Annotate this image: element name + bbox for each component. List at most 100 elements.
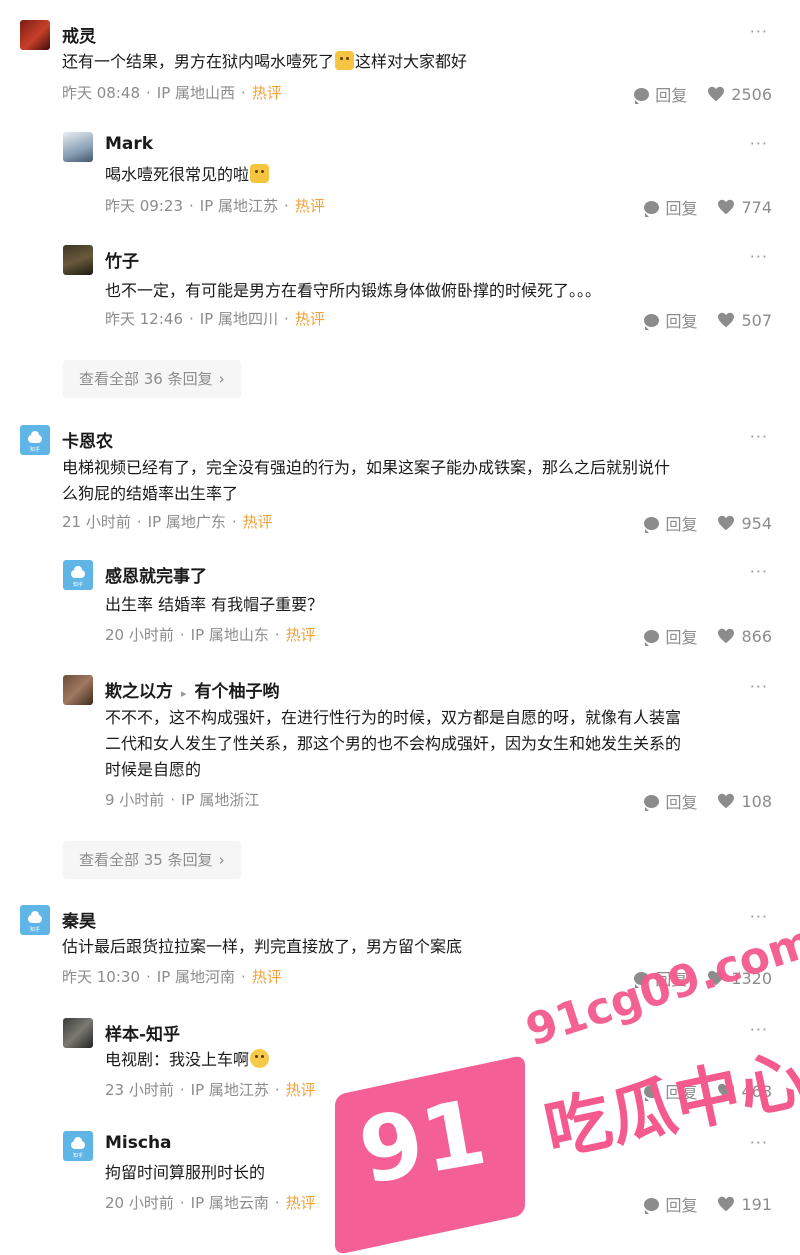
comment-author[interactable]: 竹子: [105, 247, 139, 272]
comment-text: 还有一个结果，男方在狱内喝水噎死了 这样对大家都好: [62, 49, 467, 75]
comment-author[interactable]: 戒灵: [62, 22, 96, 47]
hot-badge: 热评: [285, 1194, 316, 1212]
reply-icon[interactable]: [644, 313, 660, 330]
view-all-replies-button[interactable]: 查看全部 36 条回复 ›: [63, 360, 241, 398]
view-all-replies-button[interactable]: 查看全部 35 条回复 ›: [63, 841, 241, 879]
comment-meta: 23 小时前 · IP 属地江苏 · 热评: [105, 1081, 316, 1099]
comment-ip: IP 属地广东: [147, 513, 226, 531]
heart-icon[interactable]: [717, 312, 735, 328]
reply-button[interactable]: 回复: [665, 624, 697, 648]
more-options-icon[interactable]: ···: [750, 247, 768, 266]
comment-actions: 回复 954: [644, 511, 772, 535]
heart-icon[interactable]: [707, 86, 725, 102]
comment-author[interactable]: 感恩就完事了: [105, 562, 207, 587]
comment-time: 昨天 12:46: [105, 310, 183, 328]
view-all-label: 查看全部 36 条回复: [79, 370, 213, 388]
avatar[interactable]: [63, 675, 93, 705]
avatar[interactable]: [20, 20, 50, 50]
author-name[interactable]: 欺之以方: [105, 682, 173, 702]
heart-icon[interactable]: [717, 1196, 735, 1212]
comment-text-part: 电视剧：我没上车啊: [105, 1050, 250, 1069]
reply-button[interactable]: 回复: [665, 511, 697, 535]
chevron-right-icon: ›: [218, 370, 225, 388]
comment-ip: IP 属地江苏: [190, 1081, 269, 1099]
reply-arrow-icon: ▸: [181, 687, 187, 700]
reply-button[interactable]: 回复: [665, 308, 697, 332]
watermark-logo-number: 91: [351, 1079, 494, 1206]
comment-actions: 回复 108: [644, 789, 772, 813]
like-count: 954: [741, 513, 772, 533]
comment-time: 昨天 10:30: [62, 968, 140, 986]
comment-text: 估计最后跟货拉拉案一样，判完直接放了，男方留个案底: [62, 937, 463, 956]
like-count: 191: [741, 1194, 772, 1214]
reply-icon[interactable]: [634, 87, 650, 104]
comment-meta: 21 小时前 · IP 属地广东 · 热评: [62, 513, 273, 531]
emoji-icon: [250, 164, 270, 183]
comment-meta: 9 小时前 · IP 属地浙江: [105, 791, 260, 809]
like-count: 774: [741, 197, 772, 217]
avatar[interactable]: 知乎: [63, 560, 93, 590]
more-options-icon[interactable]: ···: [750, 1133, 768, 1152]
comment-author[interactable]: Mark: [105, 134, 153, 154]
comment-meta: 昨天 08:48 · IP 属地山西 · 热评: [62, 84, 282, 102]
reply-comment: 竹子 ··· 也不一定，有可能是男方在看守所内锻炼身体做俯卧撑的时候死了。。。 …: [0, 235, 800, 350]
avatar[interactable]: 知乎: [20, 905, 50, 935]
reply-button[interactable]: 回复: [665, 789, 697, 813]
reply-icon[interactable]: [644, 629, 660, 646]
more-options-icon[interactable]: ···: [750, 427, 768, 446]
reply-button[interactable]: 回复: [655, 82, 687, 106]
avatar[interactable]: [63, 245, 93, 275]
more-options-icon[interactable]: ···: [750, 134, 768, 153]
avatar[interactable]: [63, 1018, 93, 1048]
comment: 知乎 卡恩农 ··· 电梯视频已经有了，完全没有强迫的行为，如果这案子能办成铁案…: [0, 415, 800, 545]
more-options-icon[interactable]: ···: [750, 22, 768, 41]
more-options-icon[interactable]: ···: [750, 907, 768, 926]
reply-button[interactable]: 回复: [665, 1192, 697, 1216]
reply-icon[interactable]: [644, 200, 660, 217]
like-count: 507: [741, 310, 772, 330]
comment-ip: IP 属地四川: [199, 310, 279, 328]
reply-to-name[interactable]: 有个柚子哟: [195, 682, 280, 702]
comment-author[interactable]: Mischa: [105, 1133, 172, 1153]
like-count: 108: [741, 791, 772, 811]
comment-author: 欺之以方 ▸ 有个柚子哟: [105, 677, 280, 702]
avatar[interactable]: 知乎: [63, 1131, 93, 1161]
comment-text-part: 喝水噎死很常见的啦: [105, 165, 250, 184]
comment-text: 也不一定，有可能是男方在看守所内锻炼身体做俯卧撑的时候死了。。。: [105, 281, 602, 300]
comment-author[interactable]: 秦昊: [62, 907, 96, 932]
comment-ip: IP 属地山西: [156, 84, 236, 102]
comment-author[interactable]: 卡恩农: [62, 427, 113, 452]
view-all-label: 查看全部 35 条回复: [79, 851, 213, 869]
more-options-icon[interactable]: ···: [750, 562, 768, 581]
comment-meta: 昨天 12:46 · IP 属地四川 · 热评: [105, 310, 325, 328]
avatar[interactable]: 知乎: [20, 425, 50, 455]
reply-icon[interactable]: [644, 516, 660, 533]
heart-icon[interactable]: [717, 628, 735, 644]
comment: 戒灵 ··· 还有一个结果，男方在狱内喝水噎死了 这样对大家都好 昨天 08:48…: [0, 0, 800, 120]
like-count: 866: [741, 626, 772, 646]
reply-icon[interactable]: [644, 794, 660, 811]
more-options-icon[interactable]: ···: [750, 677, 768, 696]
comment-time: 昨天 09:23: [105, 197, 183, 215]
heart-icon[interactable]: [717, 199, 735, 215]
hot-badge: 热评: [285, 1081, 316, 1099]
comment-actions: 回复 774: [644, 195, 772, 219]
comment-thread: 戒灵 ··· 还有一个结果，男方在狱内喝水噎死了 这样对大家都好 昨天 08:48…: [0, 0, 800, 1255]
reply-comment: 知乎 感恩就完事了 ··· 出生率 结婚率 有我帽子重要？ 20 小时前 · IP …: [0, 550, 800, 665]
comment-text: 电梯视频已经有了，完全没有强迫的行为，如果这案子能办成铁案，那么之后就别说什 么…: [62, 458, 671, 503]
comment-meta: 20 小时前 · IP 属地云南 · 热评: [105, 1194, 316, 1212]
comment-time: 21 小时前: [62, 513, 131, 531]
reply-icon[interactable]: [644, 1197, 660, 1214]
comment-ip: IP 属地山东: [190, 626, 269, 644]
comment-text: 不不不，这不构成强奸，在进行性行为的时候，双方都是自愿的呀，就像有人装富 二代和…: [105, 708, 682, 779]
reply-button[interactable]: 回复: [665, 195, 697, 219]
heart-icon[interactable]: [717, 515, 735, 531]
comment-text: 电视剧：我没上车啊: [105, 1047, 270, 1073]
comment-author[interactable]: 样本-知乎: [105, 1020, 180, 1045]
comment-meta: 20 小时前 · IP 属地山东 · 热评: [105, 626, 316, 644]
avatar[interactable]: [63, 132, 93, 162]
comment-text: 拘留时间算服刑时长的: [105, 1163, 266, 1182]
heart-icon[interactable]: [717, 793, 735, 809]
reply-comment: 欺之以方 ▸ 有个柚子哟 ··· 不不不，这不构成强奸，在进行性行为的时候，双方都是…: [0, 665, 800, 830]
comment-ip: IP 属地河南: [156, 968, 236, 986]
